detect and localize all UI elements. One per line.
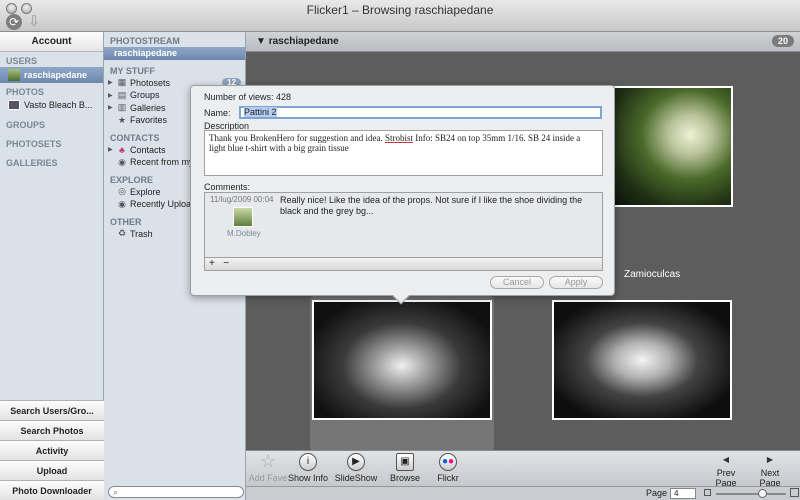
sidebar-bottom-buttons: Search Users/Gro... Search Photos Activi… [0,400,104,500]
info-icon: i [299,453,317,471]
upload-button[interactable]: Upload [0,460,104,480]
photo-count-badge: 20 [771,35,794,47]
name-value: Pattini 2 [244,107,277,117]
search-photos-button[interactable]: Search Photos [0,420,104,440]
groups-heading[interactable]: GROUPS [0,112,103,131]
disclosure-triangle-icon[interactable]: ▶ [108,146,114,153]
browser-title: ▼ raschiapedane [256,36,339,47]
favorites-label: Favorites [130,115,168,126]
slideshow-button[interactable]: ▶ SlideShow [334,453,378,483]
sidebar-item-photo[interactable]: Vasto Bleach B... [0,98,103,112]
bottom-toolbar: ☆ Add Fave i Show Info ▶ SlideShow ▣ Bro… [246,450,800,488]
cancel-button[interactable]: Cancel [490,276,544,289]
description-textarea[interactable]: Thank you BrokenHero for suggestion and … [204,130,603,176]
contacts-label: Contacts [130,144,166,155]
name-field[interactable]: Pattini 2 [239,106,602,119]
commenter-avatar[interactable] [233,207,253,227]
page-label: Page [646,488,668,498]
zoom-slider[interactable] [716,493,786,495]
activity-button[interactable]: Activity [0,440,104,460]
photos-heading: PHOTOS [6,87,44,97]
comment-date: 11/lug/2009 00:04 [210,195,274,204]
photo-caption: Zamioculcas [624,269,681,280]
galleries-heading[interactable]: GALLERIES [0,150,103,169]
commenter-name[interactable]: M.Dobley [227,229,261,238]
user-avatar [8,69,20,81]
add-comment-button[interactable]: + [209,258,215,269]
users-heading: USERS [6,56,38,66]
remove-comment-button[interactable]: − [223,258,229,269]
photo-thumbnail-plant[interactable] [612,86,733,207]
mystuff-heading: MY STUFF [110,65,155,76]
photo-thumbnail-skates-selected[interactable] [312,300,492,420]
photostream-heading: PHOTOSTREAM [110,36,180,46]
title-bar: Flicker1 – Browsing raschiapedane ⟳ ⇩ [0,0,800,32]
photo-info-popover: Number of views: 428 Name: Pattini 2 Des… [190,85,615,305]
refresh-icon[interactable]: ⟳ [6,14,22,30]
views-label: Number of views: [204,92,274,102]
recent-icon: ◉ [118,156,126,167]
photo-downloader-button[interactable]: Photo Downloader [0,480,104,500]
explore-label: Explore [130,186,161,197]
photo-thumbnail-skates[interactable] [552,300,732,420]
spellcheck-word: Strobist [384,133,413,143]
large-thumb-icon [790,488,799,497]
comment-text: Really nice! Like the idea of the props.… [280,195,583,216]
views-value: 428 [276,92,292,102]
apply-button[interactable]: Apply [549,276,603,289]
photosets-icon: ▦ [117,77,127,88]
disclosure-triangle-icon[interactable]: ▶ [108,92,114,99]
prev-page-button[interactable]: ◀ Prev Page [706,455,746,488]
browser-header: ▼ raschiapedane 20 [246,32,800,52]
photo-thumb-icon [8,100,20,110]
comments-toolbar: + − [204,258,603,271]
browse-button[interactable]: ▣ Browse [383,453,427,483]
show-info-button[interactable]: i Show Info [286,453,330,483]
status-bar: Page 4 [246,486,800,500]
star-icon: ★ [117,114,127,125]
add-fave-button[interactable]: ☆ Add Fave [246,451,290,483]
sidebar-item-user[interactable]: raschiapedane [0,67,103,83]
page-input[interactable]: 4 [670,488,696,499]
groups-icon: ▤ [117,89,127,100]
disclosure-triangle-icon[interactable]: ▶ [108,104,114,111]
left-sidebar: Account USERS raschiapedane PHOTOS Vasto… [0,32,104,500]
galleries-icon: ▥ [117,102,127,113]
browser-title-label: raschiapedane [268,36,339,47]
left-arrow-icon: ◀ [722,455,730,464]
contacts-icon: ♣ [119,144,125,155]
groups-label: Groups [130,90,160,101]
browse-icon: ▣ [396,453,414,471]
zoom-slider-knob[interactable] [758,489,767,498]
flickr-button[interactable]: ●● Flickr [426,453,470,483]
search-input[interactable]: ⌕ [108,486,244,498]
disclosure-triangle-icon[interactable]: ▶ [108,79,114,86]
small-thumb-icon [704,489,711,496]
photosets-heading[interactable]: PHOTOSETS [0,131,103,150]
sidebar-photo-label: Vasto Bleach B... [24,100,93,110]
trash-icon: ♻ [117,228,127,239]
download-arrow-icon[interactable]: ⇩ [26,14,42,30]
next-page-button[interactable]: ▶ Next Page [750,455,790,488]
star-icon: ☆ [259,451,277,471]
window-title: Flicker1 – Browsing raschiapedane [306,3,494,17]
play-icon: ▶ [347,453,365,471]
views-row: Number of views: 428 [204,92,291,102]
recently-uploaded-icon: ◉ [118,198,126,209]
trash-label: Trash [130,228,153,239]
galleries-label: Galleries [130,102,166,113]
right-arrow-icon: ▶ [766,455,774,464]
photosets-label: Photosets [130,77,171,88]
name-label: Name: [204,108,231,118]
explore-icon: ◎ [118,186,126,197]
account-button[interactable]: Account [0,32,103,52]
photostream-item[interactable]: raschiapedane [104,47,245,60]
comments-label: Comments: [204,182,251,192]
sidebar-user-label: raschiapedane [24,70,88,80]
flickr-icon: ●● [439,453,457,471]
comments-list[interactable]: 11/lug/2009 00:04 Really nice! Like the … [204,192,603,258]
search-users-button[interactable]: Search Users/Gro... [0,400,104,420]
